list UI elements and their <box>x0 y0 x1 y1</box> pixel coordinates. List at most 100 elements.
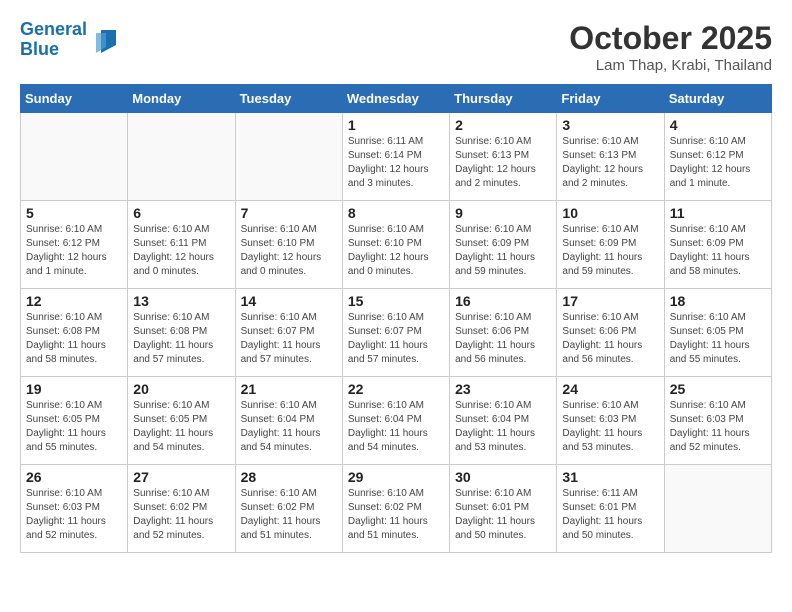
calendar-cell: 31 Sunrise: 6:11 AM Sunset: 6:01 PM Dayli… <box>557 465 664 553</box>
calendar-cell: 3 Sunrise: 6:10 AM Sunset: 6:13 PM Daylig… <box>557 113 664 201</box>
day-info: Sunrise: 6:10 AM Sunset: 6:05 PM Dayligh… <box>670 311 766 367</box>
calendar-cell: 18 Sunrise: 6:10 AM Sunset: 6:05 PM Dayli… <box>664 289 771 377</box>
day-number: 21 <box>241 381 337 397</box>
calendar-cell: 30Sunrise: 6:10 AM Sunset: 6:01 PM Dayli… <box>450 465 557 553</box>
weekday-header-sunday: Sunday <box>21 85 128 113</box>
logo-text: GeneralBlue <box>20 20 87 60</box>
day-number: 20 <box>133 381 229 397</box>
day-number: 5 <box>26 205 122 221</box>
day-number: 30 <box>455 469 551 485</box>
day-number: 29 <box>348 469 444 485</box>
week-row-4: 19 Sunrise: 6:10 AM Sunset: 6:05 PM Dayli… <box>21 377 772 465</box>
calendar-cell: 2Sunrise: 6:10 AM Sunset: 6:13 PM Daylig… <box>450 113 557 201</box>
calendar-cell: 20 Sunrise: 6:10 AM Sunset: 6:05 PM Dayli… <box>128 377 235 465</box>
day-info: Sunrise: 6:11 AM Sunset: 6:01 PM Dayligh… <box>562 487 658 543</box>
day-number: 25 <box>670 381 766 397</box>
calendar-cell: 11 Sunrise: 6:10 AM Sunset: 6:09 PM Dayli… <box>664 201 771 289</box>
day-info: Sunrise: 6:10 AM Sunset: 6:09 PM Dayligh… <box>455 223 551 279</box>
calendar-cell <box>128 113 235 201</box>
day-number: 16 <box>455 293 551 309</box>
day-number: 8 <box>348 205 444 221</box>
day-info: Sunrise: 6:10 AM Sunset: 6:04 PM Dayligh… <box>241 399 337 455</box>
day-info: Sunrise: 6:10 AM Sunset: 6:12 PM Dayligh… <box>670 135 766 191</box>
page-header: GeneralBlue October 2025 Lam Thap, Krabi… <box>20 20 772 74</box>
day-info: Sunrise: 6:10 AM Sunset: 6:06 PM Dayligh… <box>562 311 658 367</box>
calendar-cell: 22Sunrise: 6:10 AM Sunset: 6:04 PM Dayli… <box>342 377 449 465</box>
day-info: Sunrise: 6:10 AM Sunset: 6:10 PM Dayligh… <box>241 223 337 279</box>
week-row-2: 5 Sunrise: 6:10 AM Sunset: 6:12 PM Daylig… <box>21 201 772 289</box>
calendar-cell: 15 Sunrise: 6:10 AM Sunset: 6:07 PM Dayli… <box>342 289 449 377</box>
weekday-header-thursday: Thursday <box>450 85 557 113</box>
day-number: 11 <box>670 205 766 221</box>
day-info: Sunrise: 6:10 AM Sunset: 6:08 PM Dayligh… <box>26 311 122 367</box>
day-number: 31 <box>562 469 658 485</box>
day-info: Sunrise: 6:10 AM Sunset: 6:07 PM Dayligh… <box>348 311 444 367</box>
day-info: Sunrise: 6:10 AM Sunset: 6:06 PM Dayligh… <box>455 311 551 367</box>
calendar-cell: 24Sunrise: 6:10 AM Sunset: 6:03 PM Dayli… <box>557 377 664 465</box>
calendar-cell <box>21 113 128 201</box>
calendar-cell <box>664 465 771 553</box>
day-number: 18 <box>670 293 766 309</box>
day-number: 12 <box>26 293 122 309</box>
day-number: 7 <box>241 205 337 221</box>
calendar-cell: 9 Sunrise: 6:10 AM Sunset: 6:09 PM Daylig… <box>450 201 557 289</box>
calendar-cell: 26 Sunrise: 6:10 AM Sunset: 6:03 PM Dayli… <box>21 465 128 553</box>
calendar-cell <box>235 113 342 201</box>
day-info: Sunrise: 6:10 AM Sunset: 6:02 PM Dayligh… <box>241 487 337 543</box>
day-info: Sunrise: 6:10 AM Sunset: 6:05 PM Dayligh… <box>26 399 122 455</box>
day-number: 9 <box>455 205 551 221</box>
day-info: Sunrise: 6:11 AM Sunset: 6:14 PM Dayligh… <box>348 135 444 191</box>
title-block: October 2025 Lam Thap, Krabi, Thailand <box>569 20 772 74</box>
calendar-cell: 13Sunrise: 6:10 AM Sunset: 6:08 PM Dayli… <box>128 289 235 377</box>
day-number: 24 <box>562 381 658 397</box>
weekday-header-row: SundayMondayTuesdayWednesdayThursdayFrid… <box>21 85 772 113</box>
calendar-cell: 10 Sunrise: 6:10 AM Sunset: 6:09 PM Dayli… <box>557 201 664 289</box>
day-number: 27 <box>133 469 229 485</box>
calendar-cell: 12 Sunrise: 6:10 AM Sunset: 6:08 PM Dayli… <box>21 289 128 377</box>
day-info: Sunrise: 6:10 AM Sunset: 6:09 PM Dayligh… <box>562 223 658 279</box>
day-info: Sunrise: 6:10 AM Sunset: 6:02 PM Dayligh… <box>348 487 444 543</box>
logo-icon <box>91 25 121 55</box>
day-info: Sunrise: 6:10 AM Sunset: 6:08 PM Dayligh… <box>133 311 229 367</box>
day-number: 26 <box>26 469 122 485</box>
calendar-cell: 7 Sunrise: 6:10 AM Sunset: 6:10 PM Daylig… <box>235 201 342 289</box>
calendar-cell: 29 Sunrise: 6:10 AM Sunset: 6:02 PM Dayli… <box>342 465 449 553</box>
day-info: Sunrise: 6:10 AM Sunset: 6:07 PM Dayligh… <box>241 311 337 367</box>
day-info: Sunrise: 6:10 AM Sunset: 6:03 PM Dayligh… <box>26 487 122 543</box>
day-info: Sunrise: 6:10 AM Sunset: 6:03 PM Dayligh… <box>670 399 766 455</box>
weekday-header-tuesday: Tuesday <box>235 85 342 113</box>
month-title: October 2025 <box>569 20 772 57</box>
day-info: Sunrise: 6:10 AM Sunset: 6:12 PM Dayligh… <box>26 223 122 279</box>
logo: GeneralBlue <box>20 20 121 60</box>
calendar-cell: 6 Sunrise: 6:10 AM Sunset: 6:11 PM Daylig… <box>128 201 235 289</box>
calendar-cell: 17Sunrise: 6:10 AM Sunset: 6:06 PM Dayli… <box>557 289 664 377</box>
calendar-cell: 21 Sunrise: 6:10 AM Sunset: 6:04 PM Dayli… <box>235 377 342 465</box>
day-number: 3 <box>562 117 658 133</box>
day-number: 14 <box>241 293 337 309</box>
calendar-cell: 14 Sunrise: 6:10 AM Sunset: 6:07 PM Dayli… <box>235 289 342 377</box>
week-row-3: 12 Sunrise: 6:10 AM Sunset: 6:08 PM Dayli… <box>21 289 772 377</box>
calendar-cell: 1 Sunrise: 6:11 AM Sunset: 6:14 PM Daylig… <box>342 113 449 201</box>
calendar-cell: 5 Sunrise: 6:10 AM Sunset: 6:12 PM Daylig… <box>21 201 128 289</box>
day-number: 2 <box>455 117 551 133</box>
day-info: Sunrise: 6:10 AM Sunset: 6:05 PM Dayligh… <box>133 399 229 455</box>
calendar-cell: 8Sunrise: 6:10 AM Sunset: 6:10 PM Daylig… <box>342 201 449 289</box>
calendar-table: SundayMondayTuesdayWednesdayThursdayFrid… <box>20 84 772 553</box>
day-number: 15 <box>348 293 444 309</box>
day-number: 1 <box>348 117 444 133</box>
day-number: 28 <box>241 469 337 485</box>
calendar-cell: 25 Sunrise: 6:10 AM Sunset: 6:03 PM Dayli… <box>664 377 771 465</box>
day-number: 10 <box>562 205 658 221</box>
week-row-5: 26 Sunrise: 6:10 AM Sunset: 6:03 PM Dayli… <box>21 465 772 553</box>
weekday-header-saturday: Saturday <box>664 85 771 113</box>
calendar-cell: 27Sunrise: 6:10 AM Sunset: 6:02 PM Dayli… <box>128 465 235 553</box>
day-info: Sunrise: 6:10 AM Sunset: 6:13 PM Dayligh… <box>562 135 658 191</box>
day-number: 19 <box>26 381 122 397</box>
calendar-cell: 28 Sunrise: 6:10 AM Sunset: 6:02 PM Dayli… <box>235 465 342 553</box>
calendar-cell: 19 Sunrise: 6:10 AM Sunset: 6:05 PM Dayli… <box>21 377 128 465</box>
day-number: 6 <box>133 205 229 221</box>
day-info: Sunrise: 6:10 AM Sunset: 6:09 PM Dayligh… <box>670 223 766 279</box>
day-info: Sunrise: 6:10 AM Sunset: 6:11 PM Dayligh… <box>133 223 229 279</box>
day-info: Sunrise: 6:10 AM Sunset: 6:04 PM Dayligh… <box>455 399 551 455</box>
weekday-header-wednesday: Wednesday <box>342 85 449 113</box>
